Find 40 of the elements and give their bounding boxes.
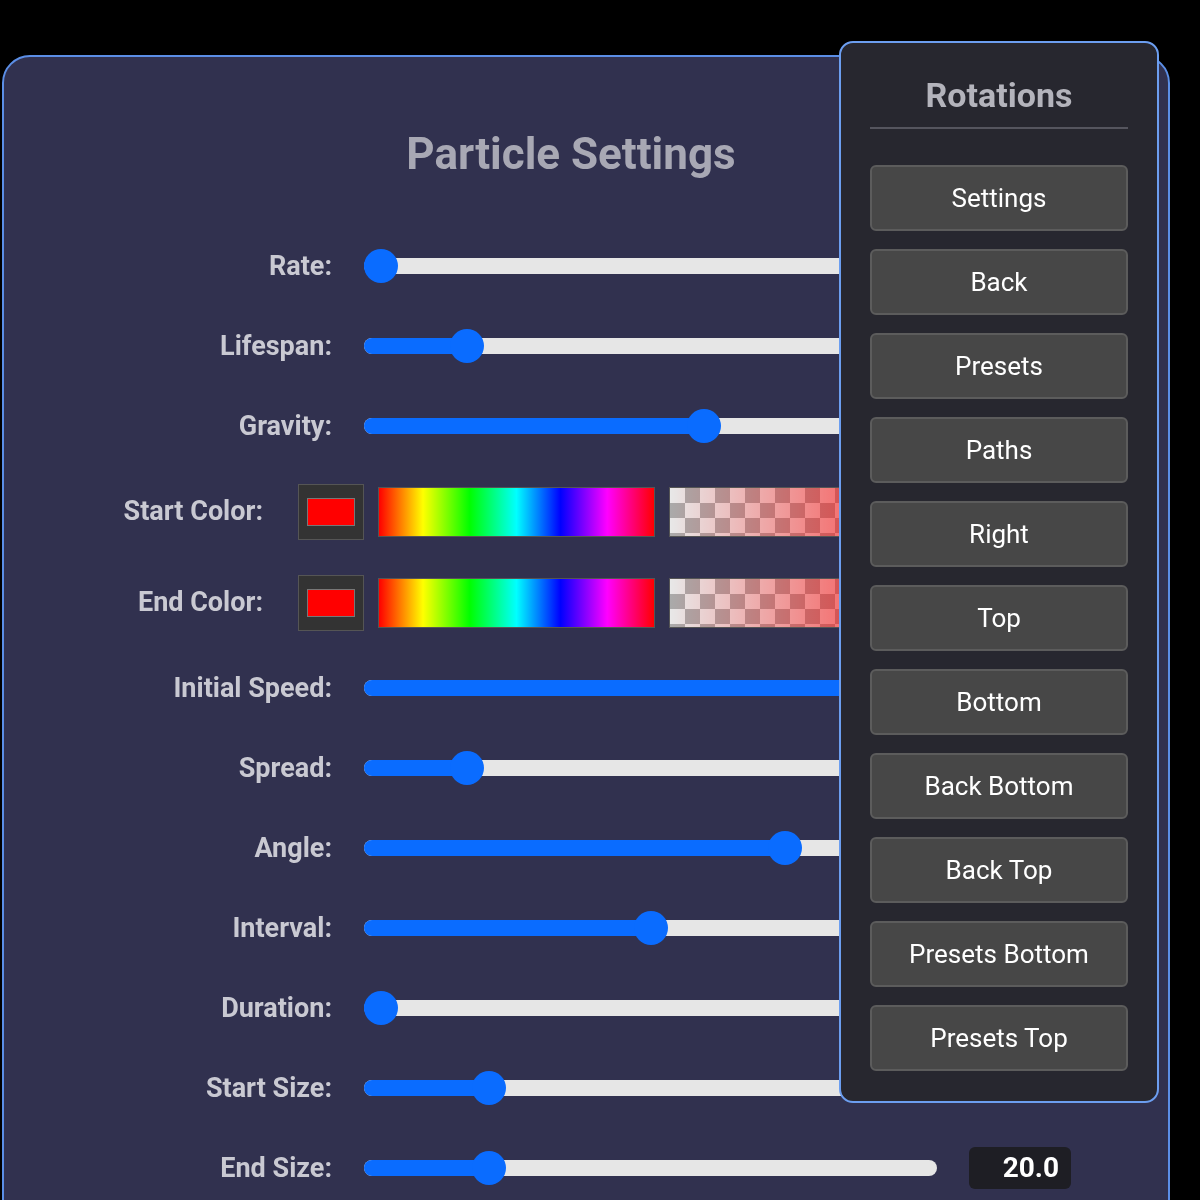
slider-thumb[interactable] — [687, 409, 722, 443]
rotation-button[interactable]: Right — [870, 501, 1128, 567]
rotation-button[interactable]: Presets — [870, 333, 1128, 399]
setting-label: End Size: — [219, 1150, 332, 1186]
slider-thumb[interactable] — [471, 1071, 506, 1105]
slider-thumb[interactable] — [450, 329, 485, 363]
setting-label: Rate: — [267, 248, 332, 284]
slider-track[interactable] — [364, 1160, 937, 1176]
color-swatch-button[interactable] — [298, 574, 364, 631]
value-display: 20.0 — [969, 1147, 1071, 1189]
slider-thumb[interactable] — [364, 249, 398, 283]
setting-label: End Color: — [136, 585, 263, 621]
setting-label: Start Size: — [204, 1070, 332, 1106]
slider-thumb[interactable] — [633, 911, 668, 945]
rotation-button[interactable]: Bottom — [870, 669, 1128, 735]
rotation-button[interactable]: Settings — [870, 165, 1128, 231]
slider-thumb[interactable] — [471, 1151, 506, 1185]
slider-thumb[interactable] — [364, 991, 398, 1025]
hue-bar[interactable] — [378, 486, 655, 537]
slider-thumb[interactable] — [768, 831, 803, 865]
rotation-button[interactable]: Presets Bottom — [870, 921, 1128, 987]
rotation-button[interactable]: Paths — [870, 417, 1128, 483]
setting-label: Interval: — [231, 910, 332, 946]
setting-label: Angle: — [253, 830, 332, 866]
setting-label: Initial Speed: — [172, 670, 332, 706]
setting-label: Lifespan: — [219, 328, 332, 364]
setting-label: Gravity: — [237, 408, 332, 444]
rotation-button[interactable]: Back Bottom — [870, 753, 1128, 819]
rotation-button[interactable]: Presets Top — [870, 1005, 1128, 1071]
setting-label: Duration: — [220, 990, 332, 1026]
setting-label: Spread: — [237, 750, 332, 786]
rotation-button[interactable]: Top — [870, 585, 1128, 651]
color-swatch-button[interactable] — [298, 483, 364, 540]
setting-label: Start Color: — [122, 494, 263, 530]
hue-bar[interactable] — [378, 577, 655, 628]
panel-title: Rotations — [925, 74, 1073, 117]
slider-thumb[interactable] — [450, 751, 485, 785]
rotation-button[interactable]: Back Top — [870, 837, 1128, 903]
panel-title: Particle Settings — [406, 127, 736, 181]
rotation-button[interactable]: Back — [870, 249, 1128, 315]
